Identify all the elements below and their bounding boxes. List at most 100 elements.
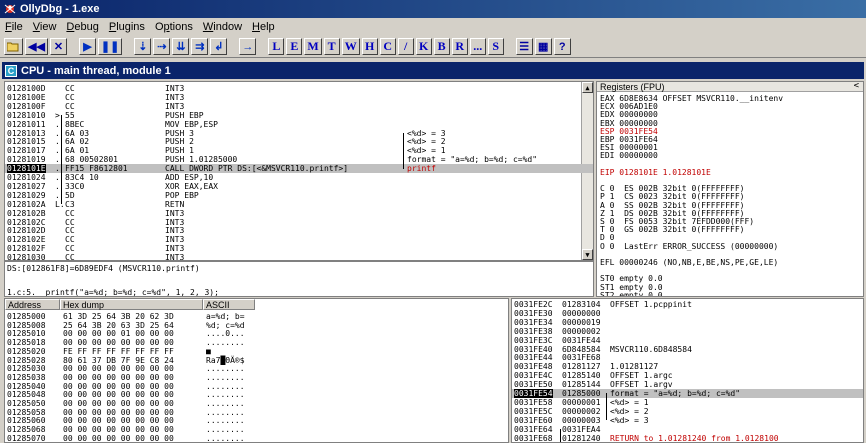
colors-icon[interactable]: ▦: [534, 38, 552, 55]
stack-row[interactable]: 0031FE48 01281127 1.01281127: [512, 362, 863, 371]
run-icon[interactable]: ▶: [78, 38, 96, 55]
stack-row[interactable]: 0031FE34 00000019: [512, 318, 863, 327]
stack-row[interactable]: 0031FE68 01281240 RETURN to 1.01281240 fro…: [512, 434, 863, 443]
windows-list-icon[interactable]: ☰: [515, 38, 533, 55]
hex-dump-pane[interactable]: Address Hex dump ASCII 01285000 61 3D 25 …: [4, 298, 509, 443]
dump-row[interactable]: 01285060 00 00 00 00 00 00 00 00........: [5, 416, 508, 425]
toolbar-button-l[interactable]: L: [268, 38, 285, 55]
disasm-row[interactable]: 0128102C CC INT3: [5, 218, 593, 227]
execute-till-return-icon[interactable]: ↲: [210, 38, 228, 55]
restart-icon[interactable]: ◀◀: [25, 38, 48, 55]
dump-row[interactable]: 01285068 00 00 00 00 00 00 00 00........: [5, 425, 508, 434]
registers-header[interactable]: Registers (FPU) <: [597, 82, 863, 92]
stack-row[interactable]: 0031FE38 00000002: [512, 327, 863, 336]
toolbar-button-w[interactable]: W: [341, 38, 360, 55]
disasm-hex: CC: [65, 92, 75, 102]
toolbar-button-r[interactable]: R: [451, 38, 468, 55]
disasm-row[interactable]: 0128102A L. C3 RETN: [5, 200, 593, 209]
menu-options[interactable]: Options: [150, 21, 198, 33]
disasm-row[interactable]: 01281024. 83C4 10 ADD ESP,10: [5, 173, 593, 182]
trace-over-icon[interactable]: ⇉: [191, 38, 209, 55]
menu-debug[interactable]: Debug: [61, 21, 103, 33]
toolbar-button-k[interactable]: K: [415, 38, 432, 55]
disasm-row[interactable]: 0128100E CC INT3: [5, 93, 593, 102]
dump-row[interactable]: 01285000 61 3D 25 64 3B 20 62 3D a=%d; b=: [5, 312, 508, 321]
disasm-row[interactable]: 01281019. 68 00502801 PUSH 1.01285000 forma…: [5, 155, 593, 164]
disasm-row[interactable]: 0128102B CC INT3: [5, 209, 593, 218]
trace-into-icon[interactable]: ⇊: [172, 38, 190, 55]
disasm-row[interactable]: 01281013. 6A 03 PUSH 3 <%d> = 3: [5, 129, 593, 138]
dump-row[interactable]: 01285038 00 00 00 00 00 00 00 00........: [5, 373, 508, 382]
stack-row[interactable]: 0031FE4C 01285140 OFFSET 1.argc: [512, 371, 863, 380]
disasm-row[interactable]: 0128100D CC INT3: [5, 84, 593, 93]
disasm-row[interactable]: 01281015. 6A 02 PUSH 2 <%d> = 2: [5, 137, 593, 146]
dump-row[interactable]: 01285018 00 00 00 00 00 00 00 00........: [5, 338, 508, 347]
disasm-row[interactable]: 01281010 >55 PUSH EBP: [5, 111, 593, 120]
stack-row[interactable]: 0031FE50 01285144 OFFSET 1.argv: [512, 380, 863, 389]
help-icon[interactable]: ?: [553, 38, 571, 55]
disasm-row[interactable]: 0128100F CC INT3: [5, 102, 593, 111]
menu-help[interactable]: Help: [247, 21, 280, 33]
chevron-left-icon[interactable]: <: [854, 82, 859, 91]
stack-row[interactable]: 0031FE40 6D848584 MSVCR110.6D848584: [512, 345, 863, 354]
stack-row[interactable]: 0031FE58 00000001 <%d> = 1: [512, 398, 863, 407]
disasm-row[interactable]: 01281027. 33C0 XOR EAX,EAX: [5, 182, 593, 191]
disasm-row[interactable]: 01281011. 8BEC MOV EBP,ESP: [5, 120, 593, 129]
stack-pane[interactable]: 0031FE2C 01283104 OFFSET 1.pcppinit 0031FE3…: [511, 298, 864, 443]
menu-plugins[interactable]: Plugins: [104, 21, 150, 33]
dump-row[interactable]: 01285020 FE FF FF FF FF FF FF FF ■: [5, 347, 508, 356]
menu-window[interactable]: Window: [198, 21, 247, 33]
register-line[interactable]: ST2 empty 0.0: [600, 291, 863, 296]
stack-row[interactable]: 0031FE30 00000000: [512, 309, 863, 318]
disasm-row[interactable]: 01281030 CC INT3: [5, 253, 593, 260]
toolbar-button-ellipsis[interactable]: ...: [469, 38, 486, 55]
dump-col-ascii[interactable]: ASCII: [203, 299, 255, 310]
toolbar-button-h[interactable]: H: [361, 38, 378, 55]
goto-icon[interactable]: →: [239, 38, 257, 55]
toolbar-button-slash[interactable]: /: [397, 38, 414, 55]
dump-row[interactable]: 01285028 80 61 37 DB 7F 9E C8 24 Ra7█ΘÄ®$: [5, 356, 508, 365]
dump-row[interactable]: 01285058 00 00 00 00 00 00 00 00........: [5, 408, 508, 417]
open-file-icon[interactable]: [4, 38, 23, 55]
stack-row[interactable]: 0031FE5C 00000002 <%d> = 2: [512, 407, 863, 416]
toolbar-button-t[interactable]: T: [323, 38, 340, 55]
stack-row[interactable]: 0031FE60 00000003 <%d> = 3: [512, 416, 863, 425]
disasm-row[interactable]: 01281029. 5D POP EBP: [5, 191, 593, 200]
dump-row[interactable]: 01285010 00 00 00 00 01 00 00 00 ....0...: [5, 329, 508, 338]
toolbar-button-b[interactable]: B: [433, 38, 450, 55]
dump-col-hex[interactable]: Hex dump: [60, 299, 203, 310]
registers-pane[interactable]: Registers (FPU) < EAX 6D8E8634 OFFSET MS…: [596, 81, 864, 297]
pause-icon[interactable]: ❚❚: [97, 38, 123, 55]
stack-row[interactable]: 0031FE54 01285000 format = "a=%d; b=%d; c=…: [512, 389, 863, 398]
disasm-row[interactable]: 0128102D CC INT3: [5, 226, 593, 235]
disassembly-pane[interactable]: ▲ ▼ 0128100D CC INT3 0128100E CC INT3 0128100F…: [4, 81, 594, 261]
disasm-marker: .: [55, 119, 60, 129]
stack-address: 0031FE4C: [514, 371, 553, 381]
disasm-row[interactable]: 01281017. 6A 01 PUSH 1 <%d> = 1: [5, 146, 593, 155]
dump-row[interactable]: 01285040 00 00 00 00 00 00 00 00........: [5, 382, 508, 391]
toolbar-button-c[interactable]: C: [379, 38, 396, 55]
dump-col-address[interactable]: Address: [5, 299, 60, 310]
stack-row[interactable]: 0031FE3C 0031FE44: [512, 336, 863, 345]
step-into-icon[interactable]: ⇣: [134, 38, 152, 55]
menu-view[interactable]: View: [28, 21, 62, 33]
dump-row[interactable]: 01285008 25 64 3B 20 63 3D 25 64 %d; c=%d: [5, 321, 508, 330]
toolbar-button-s[interactable]: S: [487, 38, 504, 55]
menu-file[interactable]: File: [0, 21, 28, 33]
toolbar-button-m[interactable]: M: [304, 38, 322, 55]
disasm-hex: CC: [65, 235, 75, 245]
dump-row[interactable]: 01285050 00 00 00 00 00 00 00 00........: [5, 399, 508, 408]
dump-row[interactable]: 01285048 00 00 00 00 00 00 00 00........: [5, 390, 508, 399]
disasm-row[interactable]: 0128102F CC INT3: [5, 244, 593, 253]
stack-row[interactable]: 0031FE44 0031FE68: [512, 353, 863, 362]
toolbar-button-e[interactable]: E: [286, 38, 303, 55]
step-over-icon[interactable]: ⇢: [153, 38, 171, 55]
dump-row[interactable]: 01285030 00 00 00 00 00 00 00 00........: [5, 364, 508, 373]
disasm-row[interactable]: 0128101E. FF15 F8612801 CALL DWORD PTR DS:…: [5, 164, 593, 174]
disasm-row[interactable]: 0128102E CC INT3: [5, 235, 593, 244]
dump-row[interactable]: 01285070 00 00 00 00 00 00 00 00........: [5, 434, 508, 442]
close-icon[interactable]: ✕: [49, 38, 67, 55]
stack-row[interactable]: 0031FE2C 01283104 OFFSET 1.pcppinit: [512, 300, 863, 309]
disasm-address: 0128102B: [7, 208, 46, 218]
stack-row[interactable]: 0031FE64 0031FEA4: [512, 425, 863, 434]
